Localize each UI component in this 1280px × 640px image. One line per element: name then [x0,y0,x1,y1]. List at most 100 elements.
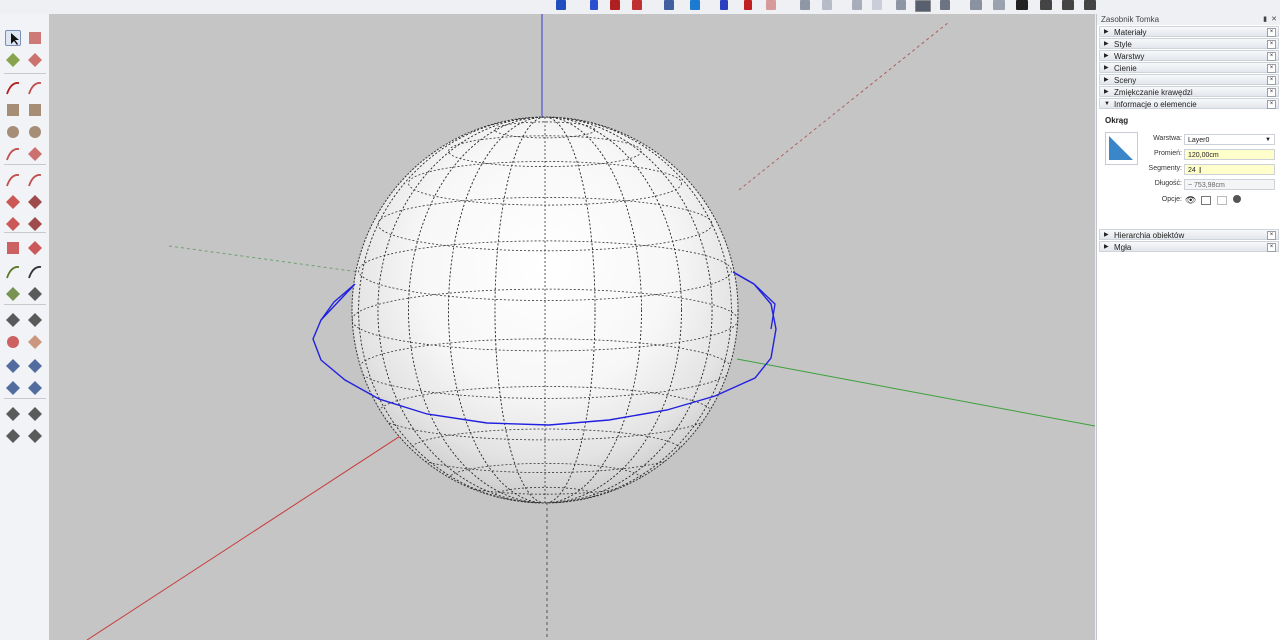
move-icon[interactable] [5,194,21,210]
rotated-rectangle-icon[interactable] [27,102,43,118]
eraser-icon[interactable] [27,52,43,68]
style-shaded-icon[interactable] [896,0,906,10]
rotate-icon[interactable] [5,216,21,232]
view-right-icon[interactable] [1040,0,1052,10]
panel-close-icon[interactable]: × [1267,231,1276,240]
soften-toggle[interactable] [1233,195,1241,203]
panel-header-bottom-0[interactable]: ▶ Hierarchia obiektów × [1099,229,1279,240]
panel-close-icon[interactable]: × [1267,64,1276,73]
axes-icon[interactable] [5,312,21,328]
freehand-icon[interactable] [27,80,43,96]
toolbar-icon[interactable] [766,0,776,10]
panel-header-top-0[interactable]: ▶ Materiały × [1099,26,1279,37]
position-camera-icon[interactable] [5,406,21,422]
style-textured-icon[interactable] [915,0,931,12]
segments-field[interactable]: 24 I [1184,164,1275,175]
paint-bucket-icon[interactable] [5,52,21,68]
view-top-icon[interactable] [993,0,1005,10]
redo-icon[interactable] [744,0,752,10]
three-point-arc-icon[interactable] [27,172,43,188]
drawing-viewport[interactable] [49,14,1095,640]
3d-text-icon[interactable] [27,312,43,328]
panel-list-bottom: ▶ Hierarchia obiektów × ▶ Mgła × [1097,229,1280,252]
visibility-toggle[interactable]: 👁 [1185,195,1196,206]
push-pull-icon[interactable] [27,194,43,210]
panel-close-icon[interactable]: × [1267,243,1276,252]
panel-header-top-4[interactable]: ▶ Sceny × [1099,74,1279,85]
style-hidden-line-icon[interactable] [872,0,882,10]
zoom-extents-icon[interactable] [5,380,21,396]
panel-label: Cienie [1114,64,1137,73]
toolbar-icon[interactable] [610,0,620,10]
view-back-icon[interactable] [1062,0,1074,10]
panel-list-top: ▶ Materiały × ▶ Style × ▶ Warstwy × ▶ Cienie × ▶ Scen… [1097,26,1280,109]
style-backedges-icon[interactable] [822,0,832,10]
circle-icon[interactable] [5,124,21,140]
view-front-icon[interactable] [1016,0,1028,10]
dimension-icon[interactable] [27,264,43,280]
layer-select[interactable]: Layer0 ▼ [1184,134,1275,145]
toolbar-icon[interactable] [690,0,700,10]
zoom-window-icon[interactable] [27,358,43,374]
panel-header-top-3[interactable]: ▶ Cienie × [1099,62,1279,73]
triangle-right-icon: ▶ [1104,65,1109,71]
close-icon[interactable]: ✕ [1271,14,1277,25]
green-axis-dashed [168,245,360,273]
scale-icon[interactable] [5,240,21,256]
chevron-down-icon[interactable]: ▼ [1265,135,1271,146]
walk-icon[interactable] [5,428,21,444]
tray-title: Zasobnik Tomka [1101,15,1160,24]
protractor-icon[interactable] [5,286,21,302]
polygon-icon[interactable] [27,124,43,140]
text-icon[interactable] [27,286,43,302]
panel-close-icon[interactable]: × [1267,52,1276,61]
panel-close-icon[interactable]: × [1267,100,1276,109]
panel-close-icon[interactable]: × [1267,40,1276,49]
pan-icon[interactable] [27,334,43,350]
panel-close-icon[interactable]: × [1267,76,1276,85]
section-plane-icon[interactable] [27,428,43,444]
panel-header-top-6[interactable]: ▼ Informacje o elemencie × [1099,98,1279,109]
tape-measure-icon[interactable] [5,264,21,280]
select-icon[interactable] [5,30,21,46]
previous-view-icon[interactable] [27,380,43,396]
rectangle-icon[interactable] [5,102,21,118]
panel-close-icon[interactable]: × [1267,88,1276,97]
toolbar-icon[interactable] [590,0,598,10]
length-field: ~ 753,98cm [1184,179,1275,190]
triangle-right-icon: ▶ [1104,232,1109,238]
style-monochrome-icon[interactable] [940,0,950,10]
two-point-arc-icon[interactable] [5,172,21,188]
follow-me-icon[interactable] [27,216,43,232]
panel-header-top-1[interactable]: ▶ Style × [1099,38,1279,49]
panel-header-top-2[interactable]: ▶ Warstwy × [1099,50,1279,61]
view-iso-icon[interactable] [970,0,982,10]
line-icon[interactable] [5,80,21,96]
look-around-icon[interactable] [27,406,43,422]
pin-icon[interactable]: ▮ [1263,14,1267,25]
sphere[interactable] [351,116,739,504]
segments-label: Segmenty: [1148,165,1182,172]
pie-icon[interactable] [27,146,43,162]
radius-field[interactable]: 120,00cm [1184,149,1275,160]
component-icon[interactable] [27,30,43,46]
style-wireframe-icon[interactable] [852,0,862,10]
style-xray-icon[interactable] [800,0,810,10]
receive-shadow-toggle[interactable] [1217,196,1227,205]
undo-icon[interactable] [720,0,728,10]
cast-shadow-toggle[interactable] [1201,196,1211,205]
panel-close-icon[interactable]: × [1267,28,1276,37]
panel-header-top-5[interactable]: ▶ Zmiękczanie krawędzi × [1099,86,1279,97]
toolbar-icon[interactable] [556,0,566,10]
panel-header-bottom-1[interactable]: ▶ Mgła × [1099,241,1279,252]
segments-value: 24 [1188,167,1196,174]
scene-canvas[interactable] [49,14,1095,640]
arc-icon[interactable] [5,146,21,162]
offset-icon[interactable] [27,240,43,256]
toolbar-icon[interactable] [664,0,674,10]
orbit-icon[interactable] [5,334,21,350]
zoom-icon[interactable] [5,358,21,374]
toolbar-icon[interactable] [632,0,642,10]
red-axis-dashed [738,21,950,191]
view-left-icon[interactable] [1084,0,1096,10]
